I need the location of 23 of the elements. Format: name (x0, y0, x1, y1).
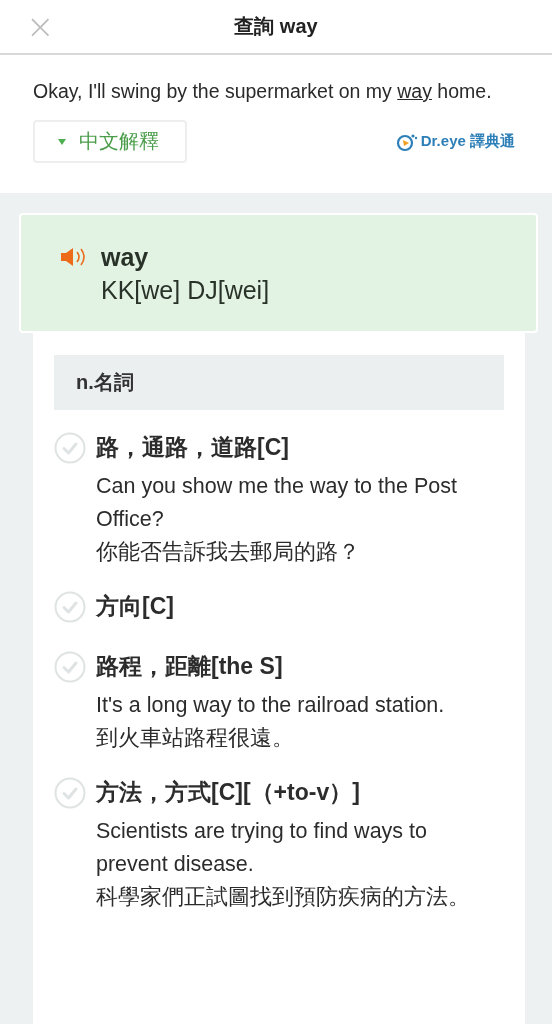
translation-toggle[interactable]: 中文解釋 (33, 120, 187, 163)
example-english: Scientists are trying to find ways to prevent disease. (96, 818, 428, 878)
example-english: Can you show me the way to the Post Office? (96, 473, 458, 533)
definition-text: 路，通路，道路[C] (96, 433, 290, 462)
caret-icon (57, 136, 67, 147)
page-title: 查詢 way (234, 14, 318, 39)
definition-text: 路程，距離[the S] (96, 652, 284, 681)
definition-text: 方法，方式[C][（+to-v）] (96, 778, 361, 807)
phonetic-text: KK[we] DJ[wei] (101, 276, 270, 305)
definition-text: 方向[C] (96, 592, 174, 621)
example-chinese: 科學家們正試圖找到預防疾病的方法。 (96, 884, 471, 911)
example-english: It's a long way to the railroad station. (96, 692, 445, 719)
brand-name: Dr.eye 譯典通 (420, 132, 515, 151)
check-circle-icon[interactable] (54, 591, 86, 623)
example-chinese: 到火車站路程很遠。 (96, 725, 295, 752)
example-chinese: 你能否告訴我去郵局的路？ (96, 539, 361, 566)
check-circle-icon[interactable] (54, 777, 86, 809)
part-of-speech-label: n.名詞 (54, 355, 504, 410)
example-sentence: Okay, I'll swing by the supermarket on my way home. (33, 79, 493, 104)
headword: way (101, 243, 150, 272)
close-button[interactable]: × (22, 6, 59, 46)
check-circle-icon[interactable] (54, 432, 86, 464)
check-circle-icon[interactable] (54, 651, 86, 683)
